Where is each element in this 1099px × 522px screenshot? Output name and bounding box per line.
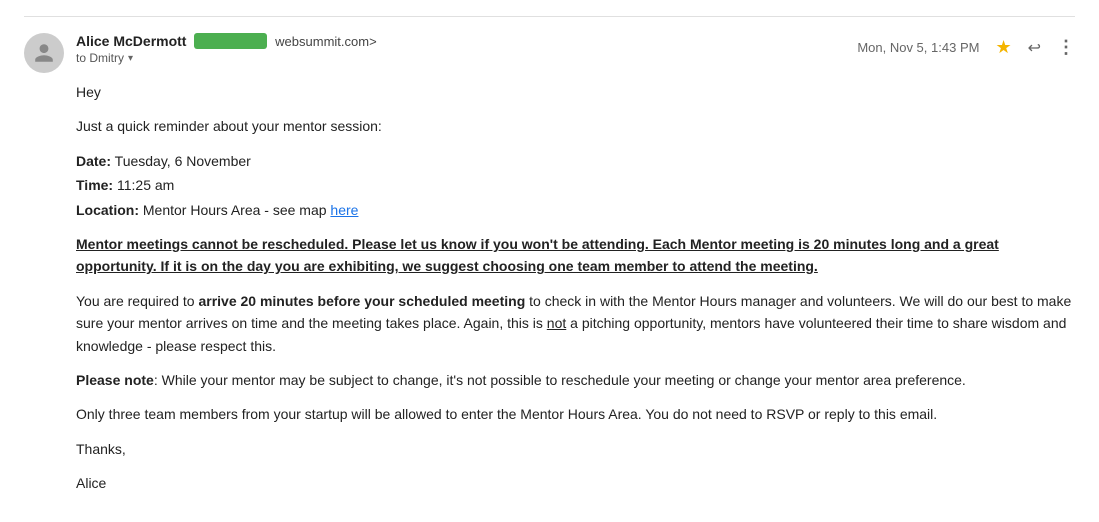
- arrive-not: not: [547, 315, 566, 331]
- arrive-bold: arrive 20 minutes before your scheduled …: [198, 293, 525, 309]
- star-icon[interactable]: ★: [995, 37, 1011, 58]
- note-paragraph: Please note: While your mentor may be su…: [76, 369, 1075, 391]
- date-label: Date:: [76, 153, 111, 169]
- sign-off: Thanks,: [76, 438, 1075, 460]
- recipient-dropdown[interactable]: ▾: [128, 53, 133, 64]
- greeting: Hey: [76, 81, 1075, 103]
- sign-name: Alice: [76, 472, 1075, 494]
- arrive-paragraph: You are required to arrive 20 minutes be…: [76, 290, 1075, 357]
- divider: [24, 16, 1075, 17]
- intro-text: Just a quick reminder about your mentor …: [76, 115, 1075, 137]
- time-line: Time: 11:25 am: [76, 174, 1075, 196]
- header-right: Mon, Nov 5, 1:43 PM ★ ↩ ⋮: [857, 33, 1075, 58]
- chevron-down-icon: ▾: [128, 53, 133, 64]
- date-line: Date: Tuesday, 6 November: [76, 150, 1075, 172]
- sender-name-row: Alice McDermott websummit.com>: [76, 33, 377, 49]
- note-bold: Please note: [76, 372, 154, 388]
- avatar: [24, 33, 64, 73]
- time-label: Time:: [76, 177, 113, 193]
- time-value: 11:25 am: [117, 177, 174, 193]
- more-options-icon[interactable]: ⋮: [1057, 37, 1075, 58]
- sender-name: Alice McDermott: [76, 33, 186, 49]
- email-header: Alice McDermott websummit.com> to Dmitry…: [24, 33, 1075, 73]
- note-text: : While your mentor may be subject to ch…: [154, 372, 966, 388]
- recipient-label: to Dmitry: [76, 51, 124, 65]
- sender-info: Alice McDermott websummit.com> to Dmitry…: [76, 33, 377, 65]
- sender-email-pill: [194, 33, 267, 49]
- map-link[interactable]: here: [330, 202, 358, 218]
- recipient-row: to Dmitry ▾: [76, 51, 377, 65]
- sender-email-domain: websummit.com>: [275, 34, 377, 49]
- header-left: Alice McDermott websummit.com> to Dmitry…: [24, 33, 377, 73]
- location-line: Location: Mentor Hours Area - see map he…: [76, 199, 1075, 221]
- info-block: Date: Tuesday, 6 November Time: 11:25 am…: [76, 150, 1075, 221]
- person-icon: [33, 42, 55, 64]
- only-paragraph: Only three team members from your startu…: [76, 403, 1075, 425]
- email-body: Hey Just a quick reminder about your men…: [76, 81, 1075, 494]
- email-container: Alice McDermott websummit.com> to Dmitry…: [0, 0, 1099, 522]
- reply-icon[interactable]: ↩: [1028, 38, 1041, 58]
- arrive-before: You are required to: [76, 293, 198, 309]
- location-value: Mentor Hours Area - see map: [143, 202, 331, 218]
- email-date: Mon, Nov 5, 1:43 PM: [857, 40, 979, 55]
- location-label: Location:: [76, 202, 139, 218]
- warning-text: Mentor meetings cannot be rescheduled. P…: [76, 233, 1075, 278]
- date-value: Tuesday, 6 November: [115, 153, 251, 169]
